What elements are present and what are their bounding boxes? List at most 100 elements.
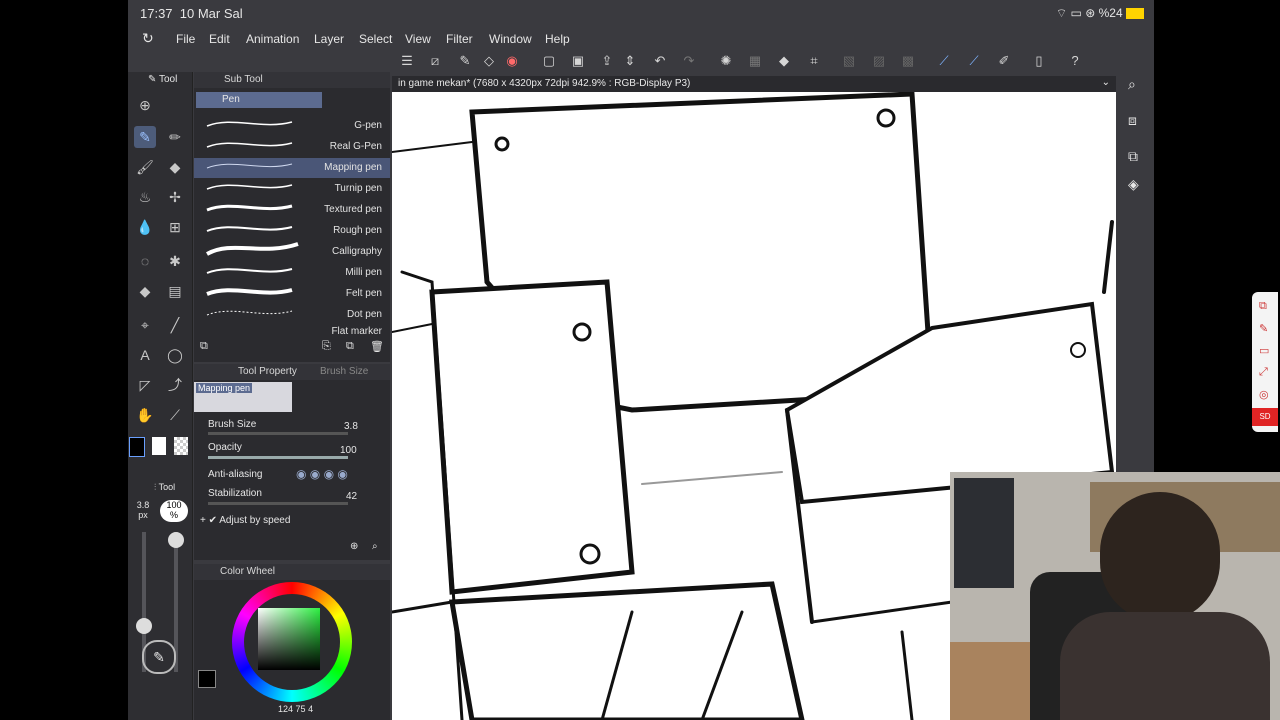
adjust-icon[interactable]: ◇ bbox=[480, 52, 498, 70]
widget-icon-4[interactable]: ⤢ bbox=[1259, 366, 1268, 379]
frame-tool-icon[interactable]: ◸ bbox=[134, 374, 156, 396]
loading-icon[interactable]: ✺ bbox=[717, 52, 735, 70]
stepper-icon[interactable]: ⇕ bbox=[621, 52, 639, 70]
chevron-down-icon[interactable]: ⌄ bbox=[1102, 77, 1110, 88]
correct-line-icon[interactable]: ⤴ bbox=[164, 374, 186, 396]
blend-tool-icon[interactable]: 💧 bbox=[134, 216, 156, 238]
brush-tool-icon[interactable]: 🖌 bbox=[134, 156, 156, 178]
opacity-label: Opacity bbox=[208, 442, 242, 453]
fill-tool-icon[interactable]: ◆ bbox=[134, 280, 156, 302]
transparent-color-swatch[interactable] bbox=[174, 437, 188, 455]
eraser-tool-icon[interactable]: ◆ bbox=[164, 156, 186, 178]
webcam-clothes bbox=[954, 478, 1014, 588]
undo-icon[interactable]: ↶ bbox=[651, 52, 669, 70]
redo-icon[interactable]: ↷ bbox=[680, 52, 698, 70]
brush-size-slider[interactable] bbox=[208, 432, 348, 435]
open-folder-icon[interactable]: ▣ bbox=[569, 52, 587, 70]
main-color-swatch[interactable] bbox=[129, 437, 145, 457]
opacity-slider-bar[interactable] bbox=[208, 456, 348, 459]
pencil-tool-icon[interactable]: ✏ bbox=[164, 126, 186, 148]
transform-icon[interactable]: ⌗ bbox=[805, 52, 823, 70]
menu-window[interactable]: Window bbox=[489, 32, 532, 46]
menu-file[interactable]: File bbox=[176, 32, 195, 46]
canvas-tab[interactable]: in game mekan* (7680 x 4320px 72dpi 942.… bbox=[392, 76, 1116, 92]
adjust-by-speed-checkbox[interactable]: + ✔ Adjust by speed bbox=[200, 515, 290, 526]
disabled-tool-2-icon[interactable]: ▨ bbox=[870, 52, 888, 70]
menu-select[interactable]: Select bbox=[359, 32, 392, 46]
disabled-tool-1-icon[interactable]: ▧ bbox=[840, 52, 858, 70]
figure-tool-icon[interactable]: ⊞ bbox=[164, 216, 186, 238]
brush-size-value[interactable]: 3.8 bbox=[344, 421, 358, 432]
copy-subtool-icon[interactable]: ⧉ bbox=[346, 340, 354, 353]
widget-icon-2[interactable]: ✎ bbox=[1259, 322, 1268, 335]
tool-property-header: Tool Property Brush Size bbox=[194, 364, 390, 380]
app-logo-icon[interactable]: ↻ bbox=[142, 30, 154, 47]
disabled-tool-3-icon[interactable]: ▩ bbox=[899, 52, 917, 70]
floating-sidebar-widget[interactable]: ⧉ ✎ ▭ ⤢ ◎ SD bbox=[1252, 292, 1278, 432]
current-color-swatch[interactable] bbox=[198, 670, 216, 688]
magic-wand-icon[interactable]: ✱ bbox=[164, 250, 186, 272]
saturation-value-square[interactable] bbox=[258, 608, 320, 670]
stabilization-value[interactable]: 42 bbox=[346, 491, 357, 502]
menu-animation[interactable]: Animation bbox=[246, 32, 299, 46]
device-icon[interactable]: ▯ bbox=[1030, 52, 1048, 70]
widget-icon-1[interactable]: ⧉ bbox=[1259, 300, 1267, 313]
quick-access-icon[interactable]: ✎ bbox=[142, 640, 176, 674]
new-canvas-icon[interactable]: ⧄ bbox=[426, 52, 444, 70]
new-file-icon[interactable]: ▢ bbox=[540, 52, 558, 70]
ruler-snap-icon[interactable]: ⟋ bbox=[935, 52, 953, 70]
gradient-tool-icon[interactable]: ▤ bbox=[164, 280, 186, 302]
lasso-tool-icon[interactable]: ◌ bbox=[134, 250, 156, 272]
status-time: 17:37 10 Mar Sal bbox=[140, 6, 243, 21]
sub-color-swatch[interactable] bbox=[152, 437, 166, 455]
brush-stroke-previews bbox=[206, 121, 299, 316]
move-layer-icon[interactable]: ⊕ bbox=[134, 94, 156, 116]
duplicate-subtool-icon[interactable]: ⎘ bbox=[322, 340, 331, 353]
widget-icon-3[interactable]: ▭ bbox=[1259, 344, 1269, 357]
tool-mini-label: ⫶ Tool bbox=[154, 482, 176, 492]
layers-icon[interactable]: ◈ bbox=[1128, 176, 1139, 193]
opacity-value[interactable]: 100 bbox=[340, 445, 357, 456]
snap-special-icon[interactable]: ⟋ bbox=[965, 52, 983, 70]
pen-edit-icon[interactable]: ✎ bbox=[456, 52, 474, 70]
decoration-tool-icon[interactable]: ✢ bbox=[164, 186, 186, 208]
layer-search-icon[interactable]: ⧉ bbox=[1128, 148, 1138, 165]
text-tool-icon[interactable]: A bbox=[134, 344, 156, 366]
airbrush-tool-icon[interactable]: ♨ bbox=[134, 186, 156, 208]
antialias-selector[interactable]: ◉ ◉ ◉ ◉ bbox=[296, 467, 348, 481]
eyedropper-tool-icon[interactable]: ⟋ bbox=[164, 404, 186, 426]
clear-icon[interactable]: ▦ bbox=[746, 52, 764, 70]
subtool-group-pen[interactable]: Pen bbox=[196, 92, 322, 108]
tab-brush-size[interactable]: Brush Size bbox=[320, 366, 368, 377]
brush-preview: Mapping pen bbox=[194, 382, 292, 412]
hamburger-icon[interactable]: ☰ bbox=[398, 52, 416, 70]
menu-help[interactable]: Help bbox=[545, 32, 570, 46]
menu-layer[interactable]: Layer bbox=[314, 32, 344, 46]
record-icon[interactable]: ◉ bbox=[503, 52, 521, 70]
fill-icon[interactable]: ◆ bbox=[775, 52, 793, 70]
subtool-header: Sub Tool bbox=[194, 72, 390, 88]
layer-property-icon[interactable]: ⧈ bbox=[1128, 112, 1137, 129]
delete-subtool-icon[interactable]: 🗑 bbox=[370, 340, 384, 353]
widget-record-badge[interactable]: SD bbox=[1252, 408, 1278, 426]
size-readout: 3.8 px bbox=[136, 500, 150, 520]
save-icon[interactable]: ⇪ bbox=[598, 52, 616, 70]
hand-tool-icon[interactable]: ✋ bbox=[134, 404, 156, 426]
draw-icon[interactable]: ✐ bbox=[995, 52, 1013, 70]
menu-filter[interactable]: Filter bbox=[446, 32, 473, 46]
color-wheel[interactable] bbox=[232, 582, 352, 702]
search-icon[interactable]: ⌕ bbox=[372, 541, 378, 552]
pen-tool-icon[interactable]: ✎ bbox=[134, 126, 156, 148]
stabilization-slider[interactable] bbox=[208, 502, 348, 505]
navigator-icon[interactable]: ⌕ bbox=[1128, 76, 1136, 93]
help-icon[interactable]: ? bbox=[1066, 52, 1084, 70]
line-tool-icon[interactable]: ╱ bbox=[164, 314, 186, 336]
operation-tool-icon[interactable]: ⌖ bbox=[134, 314, 156, 336]
menu-view[interactable]: View bbox=[405, 32, 431, 46]
subtool-settings-icon[interactable]: ⧉ bbox=[200, 340, 208, 353]
menu-edit[interactable]: Edit bbox=[209, 32, 230, 46]
widget-icon-5[interactable]: ◎ bbox=[1259, 388, 1269, 401]
balloon-tool-icon[interactable]: ◯ bbox=[164, 344, 186, 366]
tab-tool-property[interactable]: Tool Property bbox=[238, 366, 297, 377]
reset-icon[interactable]: ⊕ bbox=[350, 541, 358, 552]
